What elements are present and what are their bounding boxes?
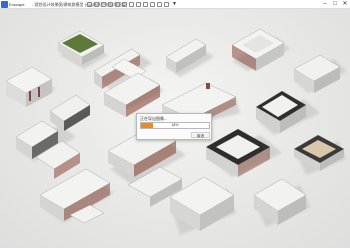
undo-icon[interactable] [101,2,106,7]
maximize-button[interactable]: □ [330,0,340,9]
progress-bar: 18% [140,122,210,129]
minimize-button[interactable]: – [320,0,330,9]
close-button[interactable]: ✕ [340,0,350,9]
view-icon[interactable] [164,2,169,7]
progress-text: 18% [171,123,179,127]
app-logo-icon [1,1,8,8]
save-icon[interactable] [94,2,99,7]
title-bar: Enscape - 规划设计效果图/建筑群模型 (SU)场景/白模体块渲染 ▼ … [0,0,350,9]
redo-icon[interactable] [108,2,113,7]
camera-icon[interactable] [115,2,120,7]
export-progress-dialog: 正在导出图像... 18% 取消 [136,113,212,140]
dialog-title: 正在导出图像... [140,116,168,121]
asset-icon[interactable] [150,2,155,7]
folder-icon[interactable] [87,2,92,7]
sync-icon[interactable] [157,2,162,7]
building-h [15,120,81,179]
app-name: Enscape [9,2,25,7]
render-viewport[interactable]: 正在导出图像... 18% 取消 [0,9,350,248]
render-icon[interactable] [122,2,127,7]
building-b [5,66,53,107]
building-g [49,94,91,131]
dropdown-icon[interactable]: ▼ [172,1,177,8]
video-icon[interactable] [129,2,134,7]
building-o [39,168,111,224]
panorama-icon[interactable] [136,2,141,7]
building-m [294,135,344,171]
cancel-button[interactable]: 取消 [191,132,210,138]
app-window: Enscape - 规划设计效果图/建筑群模型 (SU)场景/白模体块渲染 ▼ … [0,0,350,248]
building-k [256,91,306,133]
settings-icon[interactable] [143,2,148,7]
